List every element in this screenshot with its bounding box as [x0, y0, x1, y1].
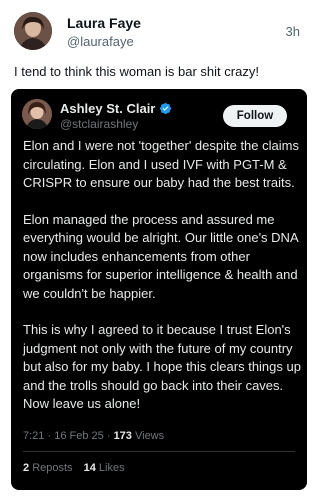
tweet-timestamp[interactable]: 3h — [286, 24, 300, 39]
outer-tweet-header: Laura Faye @laurafaye 3h — [14, 12, 306, 52]
quoted-tweet-meta: 7:21 · 16 Feb 25 · 173 Views — [23, 430, 164, 442]
quoted-author-name[interactable]: Ashley St. Clair — [60, 101, 155, 116]
tweet-text: I tend to think this woman is bar shit c… — [14, 64, 259, 79]
paragraph: Elon managed the process and assured me … — [23, 211, 298, 301]
reposts-count: 2 — [23, 462, 30, 474]
views-count: 173 — [113, 430, 132, 442]
quoted-author-handle[interactable]: @stclairashley — [60, 117, 138, 131]
quoted-avatar[interactable] — [22, 99, 52, 129]
author-handle[interactable]: @laurafaye — [67, 34, 134, 49]
verified-badge-icon — [160, 102, 172, 114]
views-label: Views — [134, 430, 165, 442]
quoted-tweet-text: Elon and I were not 'together' despite t… — [23, 137, 303, 432]
avatar[interactable] — [14, 12, 52, 50]
divider — [23, 451, 295, 452]
follow-button[interactable]: Follow — [223, 105, 287, 127]
quoted-tweet-card[interactable]: Ashley St. Clair @stclairashley Follow E… — [11, 89, 307, 490]
author-name[interactable]: Laura Faye — [67, 15, 141, 31]
reposts-stat[interactable]: 2 Reposts — [23, 462, 76, 474]
reposts-label: Reposts — [32, 462, 73, 474]
quoted-name-row: Ashley St. Clair — [60, 100, 172, 116]
likes-count: 14 — [83, 462, 96, 474]
quoted-time[interactable]: 7:21 — [23, 430, 44, 442]
likes-label: Likes — [98, 462, 125, 474]
quoted-date[interactable]: 16 Feb 25 — [54, 430, 104, 442]
engagement-stats: 2 Reposts 14 Likes — [23, 462, 133, 474]
meta-separator: · — [106, 430, 114, 442]
likes-stat[interactable]: 14 Likes — [84, 462, 125, 474]
paragraph: This is why I agreed to it because I tru… — [23, 322, 301, 411]
paragraph: Elon and I were not 'together' despite t… — [23, 138, 299, 190]
